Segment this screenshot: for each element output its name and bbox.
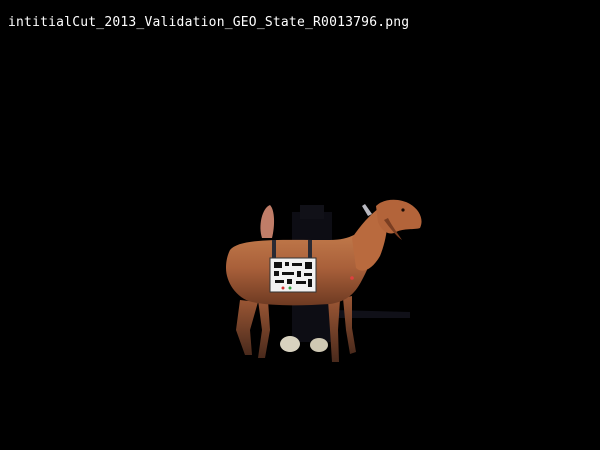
id-tag (269, 257, 317, 293)
image-viewer: intitialCut_2013_Validation_GEO_State_R0… (0, 0, 600, 450)
hand (260, 205, 275, 238)
photo-canvas (226, 199, 422, 362)
